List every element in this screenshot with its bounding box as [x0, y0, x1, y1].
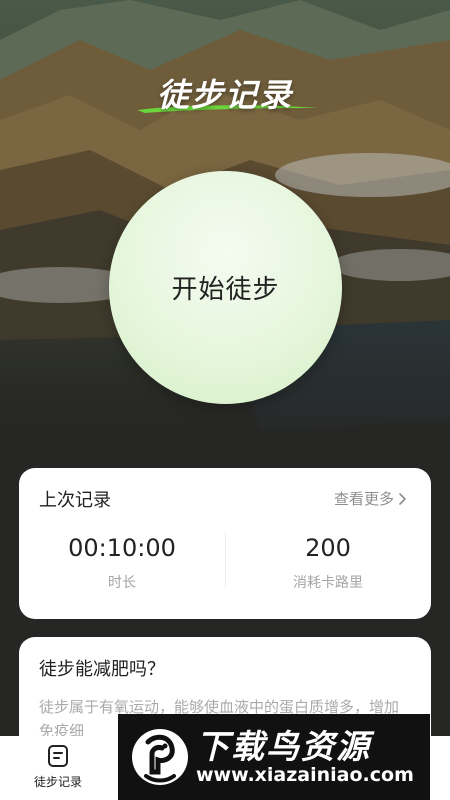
bird-logo-icon: [130, 724, 190, 794]
calories-label: 消耗卡路里: [293, 575, 363, 591]
last-record-title: 上次记录: [39, 490, 111, 511]
view-more-link[interactable]: 查看更多: [334, 488, 407, 509]
page-title: 徒步记录: [0, 70, 450, 116]
duration-label: 时长: [108, 575, 136, 591]
last-record-card: 上次记录 查看更多 00:10:00 时长 200 消耗卡路里: [19, 468, 431, 619]
chevron-right-icon: [398, 492, 407, 506]
start-hiking-label: 开始徒步: [171, 275, 280, 305]
article-title: 徒步能减肥吗？: [39, 659, 165, 680]
watermark-title: 下载鸟资源: [196, 727, 371, 766]
view-more-label: 查看更多: [333, 490, 394, 508]
calories-stat: 200 消耗卡路里: [225, 534, 431, 592]
document-icon: [22, 744, 94, 768]
watermark-overlay: 下载鸟资源 www.xiazainiao.com: [118, 714, 430, 800]
nav-item-hiking-record[interactable]: 徒步记录: [22, 744, 94, 790]
nav-item-label: 徒步记录: [33, 775, 82, 789]
watermark-url: www.xiazainiao.com: [196, 764, 414, 786]
start-hiking-button[interactable]: 开始徒步: [109, 171, 342, 404]
app-screen: 徒步记录 开始徒步 上次记录 查看更多 00:10:00 时长 200 消耗卡路…: [0, 0, 450, 800]
duration-value: 00:10:00: [68, 534, 176, 562]
page-title-text: 徒步记录: [156, 76, 293, 114]
duration-stat: 00:10:00 时长: [19, 534, 225, 592]
calories-value: 200: [305, 534, 351, 562]
